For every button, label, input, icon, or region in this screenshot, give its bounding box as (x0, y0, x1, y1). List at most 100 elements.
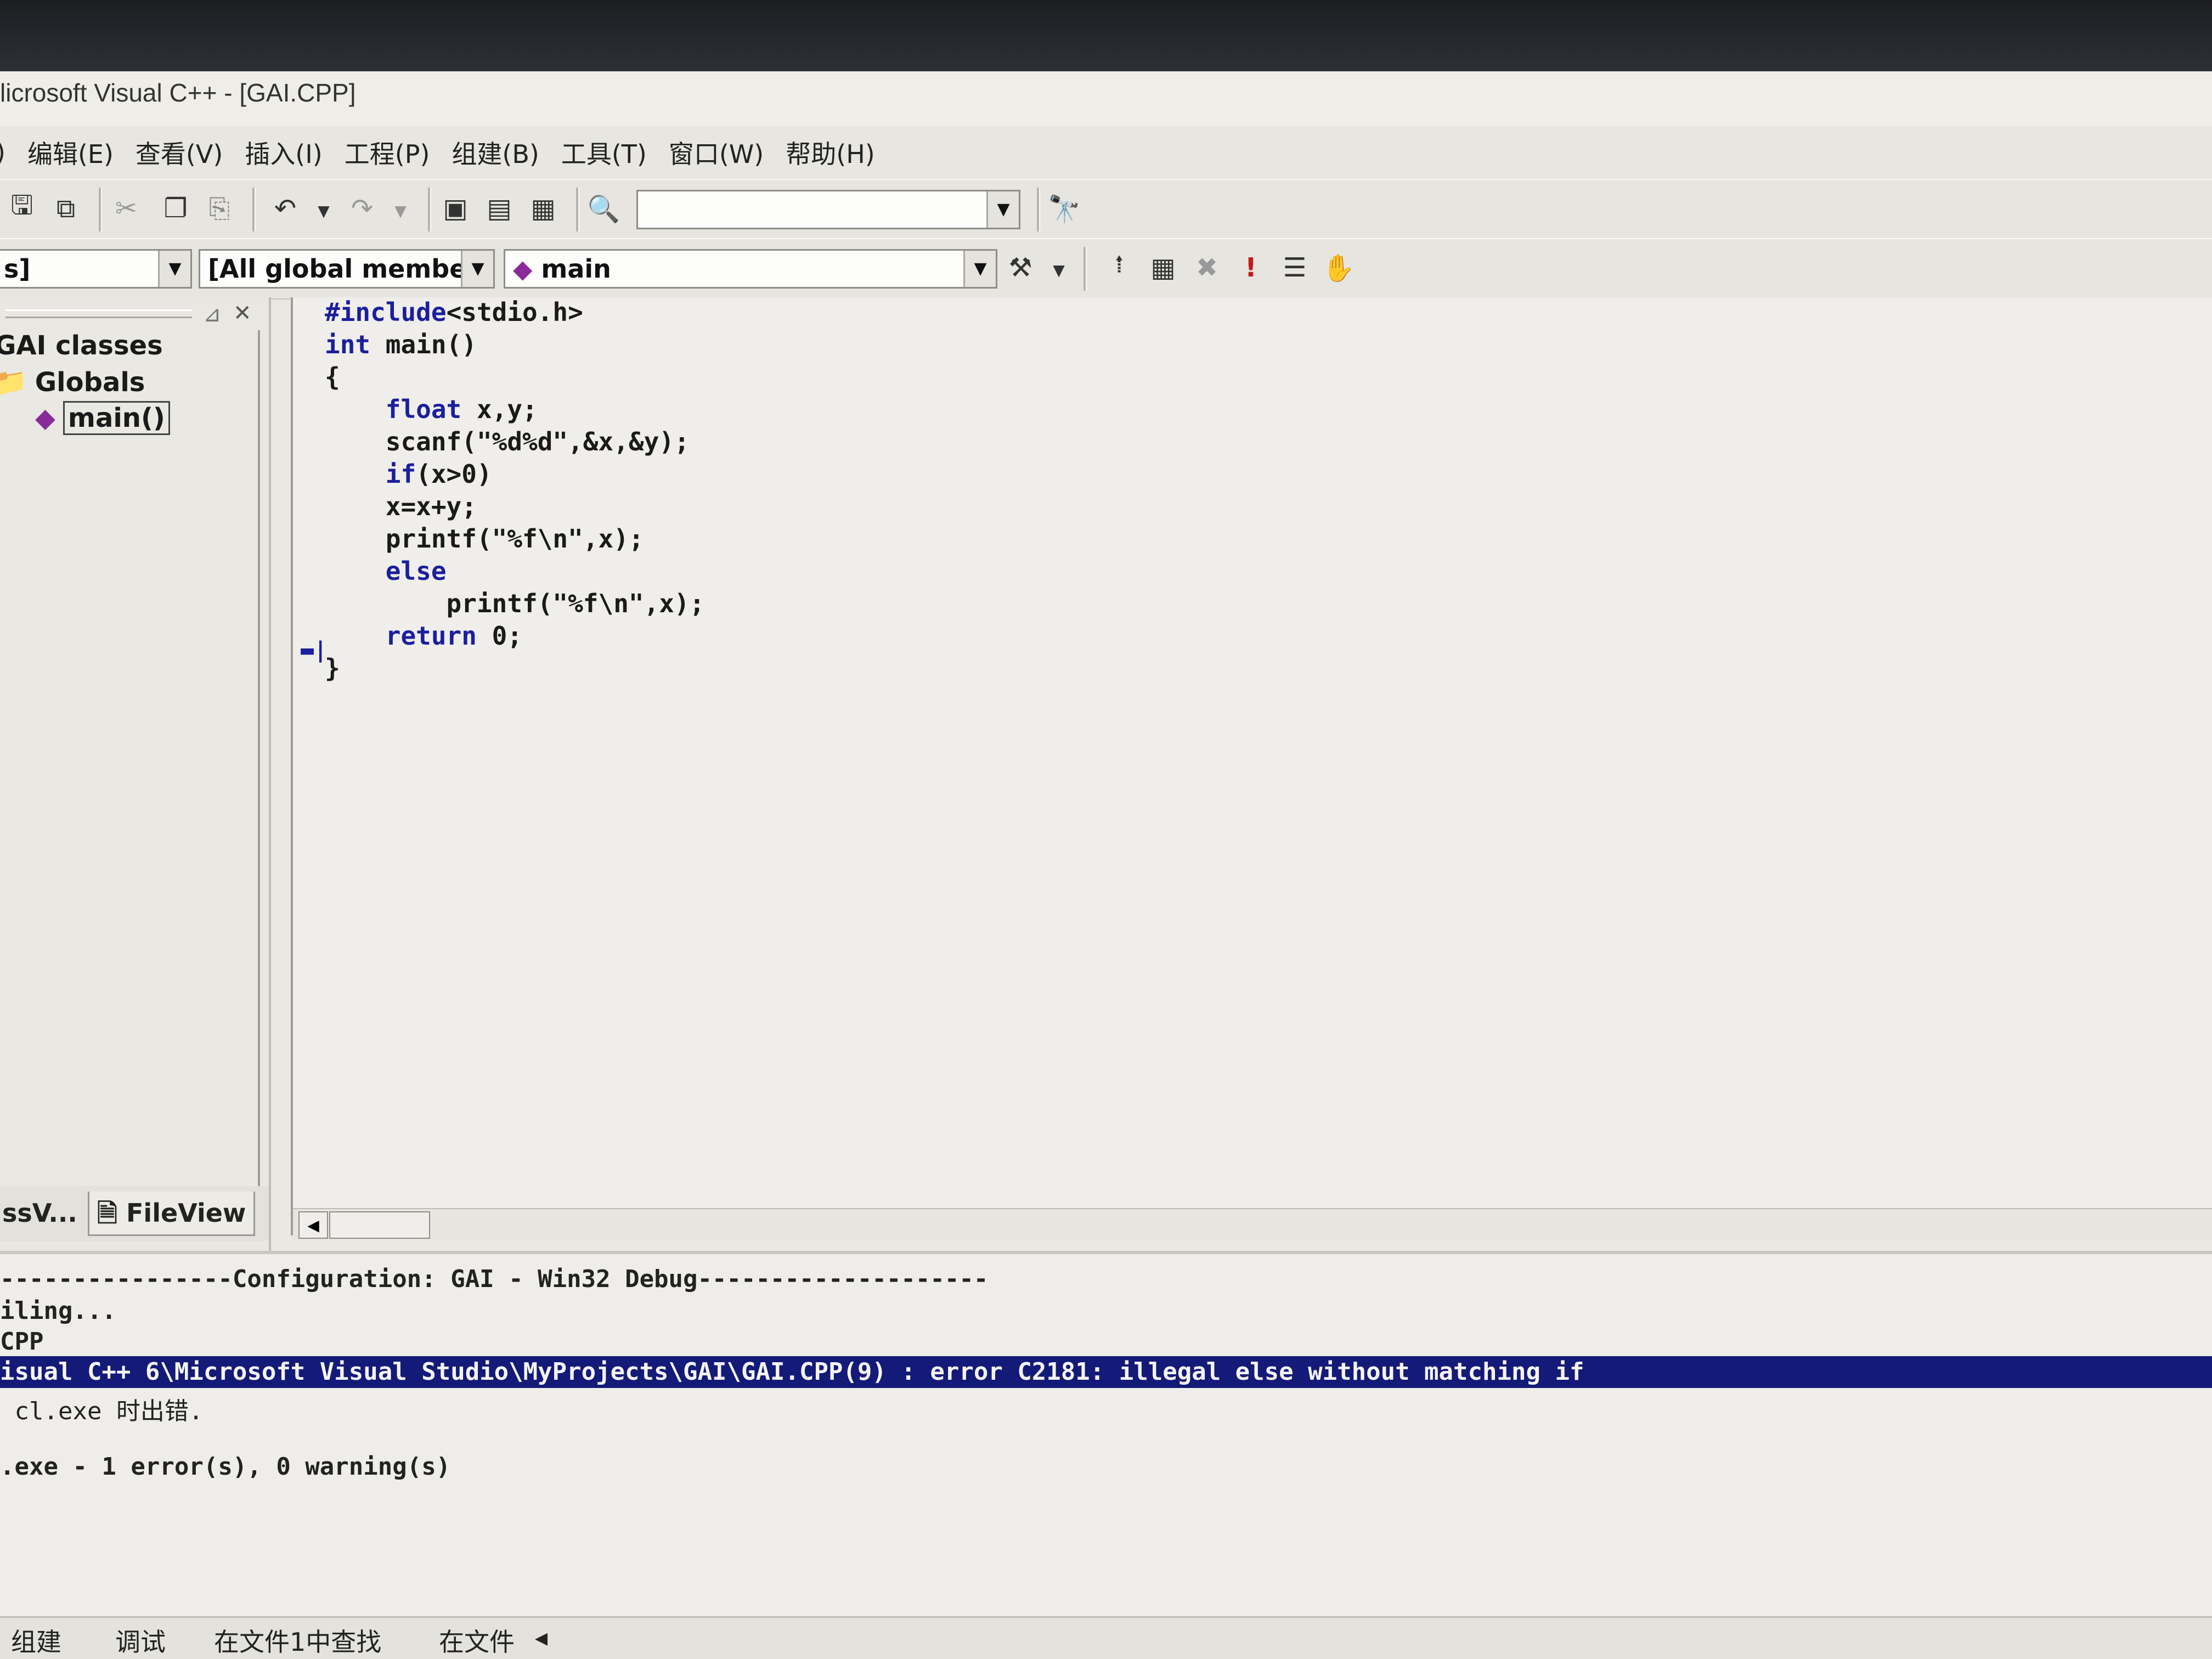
tree-root-label: GAI classes (0, 330, 163, 361)
undo-dropdown-icon[interactable]: ▼ (307, 194, 340, 227)
toolbar-separator (99, 188, 102, 232)
toolbar-separator (576, 188, 579, 232)
window-title: licrosoft Visual C++ - [GAI.CPP] (0, 78, 356, 107)
find-icon[interactable]: 🔭 (1048, 192, 1081, 225)
menu-bar: ) 编辑(E) 查看(V) 插入(I) 工程(P) 组建(B) 工具(T) 窗口… (0, 126, 2212, 179)
code-line: else (325, 556, 447, 586)
redo-dropdown-icon[interactable]: ▼ (384, 194, 417, 227)
tab-find-in-files-1[interactable]: 在文件1中查找 (214, 1622, 381, 1658)
copy-icon[interactable]: ❐ (159, 192, 192, 225)
redo-icon[interactable]: ↷ (346, 192, 379, 225)
output-tabs: 组建 调试 在文件1中查找 在文件 ◀ (0, 1616, 2212, 1659)
cut-icon[interactable]: ✂ (110, 192, 143, 225)
error-message-line[interactable]: isual C++ 6\Microsoft Visual Studio\MyPr… (0, 1356, 2212, 1388)
error-line-marker-icon: ▬| (301, 637, 328, 663)
chevron-down-icon[interactable]: ▼ (986, 191, 1019, 228)
toolbar-separator (1084, 247, 1087, 291)
tab-build[interactable]: 组建 (11, 1622, 61, 1658)
output-pane: ----------------Configuration: GAI - Win… (0, 1251, 2212, 1659)
code-line: x=x+y; (325, 492, 477, 521)
menu-edit[interactable]: 编辑(E) (27, 134, 114, 171)
code-line: float x,y; (385, 394, 538, 424)
chevron-down-icon[interactable]: ▼ (158, 251, 190, 287)
editor-horizontal-scrollbar[interactable]: ◀ (293, 1208, 2212, 1240)
dock-grip[interactable] (5, 309, 192, 318)
folder-icon: 📁 (0, 367, 27, 398)
toolbar-separator (252, 188, 256, 232)
output-window-icon[interactable]: ▤ (483, 192, 516, 225)
monitor-bezel (0, 0, 2212, 71)
menu-insert[interactable]: 插入(I) (245, 134, 322, 171)
tree-node-globals[interactable]: 📁 Globals (0, 366, 145, 398)
scroll-left-icon[interactable]: ◀ (298, 1211, 328, 1239)
output-line: cl.exe 时出错. (0, 1397, 204, 1425)
menu-build[interactable]: 组建(B) (452, 134, 539, 171)
title-bar: licrosoft Visual C++ - [GAI.CPP] (0, 71, 2212, 127)
filter-combo-value: [All global members (208, 254, 494, 284)
class-combo[interactable]: s] ▼ (0, 249, 192, 289)
menu-view[interactable]: 查看(V) (136, 134, 223, 171)
wizard-action-icon[interactable]: ⚒ (1004, 251, 1037, 284)
workspace-panel: ⊿ ✕ GAI classes 📁 Globals ◆ main() ssV... … (0, 297, 271, 1252)
pin-icon[interactable]: ⊿ (203, 302, 222, 327)
function-icon: ◆ (35, 403, 55, 433)
compile-icon[interactable]: ⭫ (1103, 249, 1136, 284)
tree-group-label: Globals (35, 367, 145, 398)
function-combo[interactable]: ◆ main ▼ (504, 249, 997, 289)
output-summary-line: .exe - 1 error(s), 0 warning(s) (0, 1453, 451, 1481)
code-line: #include<stdio.h> (325, 297, 583, 327)
tab-class-view[interactable]: ssV... (0, 1192, 85, 1234)
scroll-thumb[interactable] (329, 1211, 430, 1239)
build-icon[interactable]: ▦ (1147, 251, 1180, 284)
menu-file[interactable]: ) (0, 138, 5, 167)
save-all-icon[interactable]: ⧉ (49, 192, 82, 225)
paste-icon[interactable]: ⎘ (203, 192, 236, 225)
ide-window: licrosoft Visual C++ - [GAI.CPP] ) 编辑(E)… (0, 71, 2212, 1659)
code-line: return 0; (385, 621, 523, 651)
code-line: int main() (325, 330, 477, 359)
workspace-header: ⊿ ✕ (0, 297, 269, 330)
workspace-window-icon[interactable]: ▣ (439, 192, 472, 225)
find-combo[interactable]: ▼ (636, 190, 1020, 229)
menu-help[interactable]: 帮助(H) (786, 134, 874, 171)
tab-file-view-label: FileView (126, 1198, 246, 1228)
toolbar-separator (428, 188, 431, 232)
tab-find-in-files-2[interactable]: 在文件 (439, 1622, 515, 1658)
code-editor[interactable]: ▬| #include<stdio.h> int main() { float … (291, 297, 2212, 1240)
execute-icon[interactable]: ! (1234, 251, 1267, 284)
chevron-down-icon[interactable]: ▼ (461, 251, 493, 287)
chevron-down-icon[interactable]: ▼ (963, 251, 996, 287)
tree-node-main[interactable]: ◆ main() (35, 401, 170, 435)
code-line: } (325, 653, 340, 683)
go-icon[interactable]: ☰ (1278, 251, 1311, 284)
tree-node-root[interactable]: GAI classes (0, 330, 163, 361)
close-icon[interactable]: ✕ (233, 301, 252, 326)
undo-icon[interactable]: ↶ (269, 192, 302, 225)
save-icon[interactable]: 🖫 (5, 190, 38, 225)
window-list-icon[interactable]: ▦ (527, 192, 560, 225)
tab-file-view[interactable]: 🗎 FileView (88, 1192, 256, 1236)
menu-tools[interactable]: 工具(T) (561, 134, 647, 171)
wizard-dropdown-icon[interactable]: ▼ (1042, 253, 1075, 286)
scroll-left-icon[interactable]: ◀ (535, 1629, 548, 1648)
code-line: printf("%f\n",x); (325, 524, 644, 554)
find-in-files-icon[interactable]: 🔍 (587, 192, 620, 225)
code-line: scanf("%d%d",&x,&y); (325, 427, 690, 456)
breakpoint-hand-icon[interactable]: ✋ (1322, 251, 1355, 284)
menu-window[interactable]: 窗口(W) (669, 134, 764, 171)
code-line: if(x>0) (385, 459, 492, 489)
file-icon: 🗎 (97, 1198, 117, 1228)
output-line: CPP (0, 1328, 44, 1356)
filter-combo[interactable]: [All global members ▼ (199, 249, 495, 289)
stop-build-icon[interactable]: ✖ (1190, 251, 1223, 284)
wizard-toolbar: s] ▼ [All global members ▼ ◆ main ▼ ⚒ ▼ … (0, 238, 2212, 300)
code-lines: #include<stdio.h> int main() { float x,y… (325, 297, 704, 686)
tab-debug[interactable]: 调试 (115, 1622, 166, 1658)
standard-toolbar: 🖫 ⧉ ✂ ❐ ⎘ ↶ ▼ ↷ ▼ ▣ ▤ ▦ 🔍 ▼ 🔭 (0, 179, 2212, 240)
class-combo-value: s] (4, 254, 31, 284)
workspace-tabs: ssV... 🗎 FileView (0, 1186, 269, 1241)
function-icon: ◆ (513, 254, 533, 284)
toolbar-separator (1037, 188, 1040, 232)
output-line: iling... (0, 1297, 116, 1325)
menu-project[interactable]: 工程(P) (345, 134, 430, 171)
